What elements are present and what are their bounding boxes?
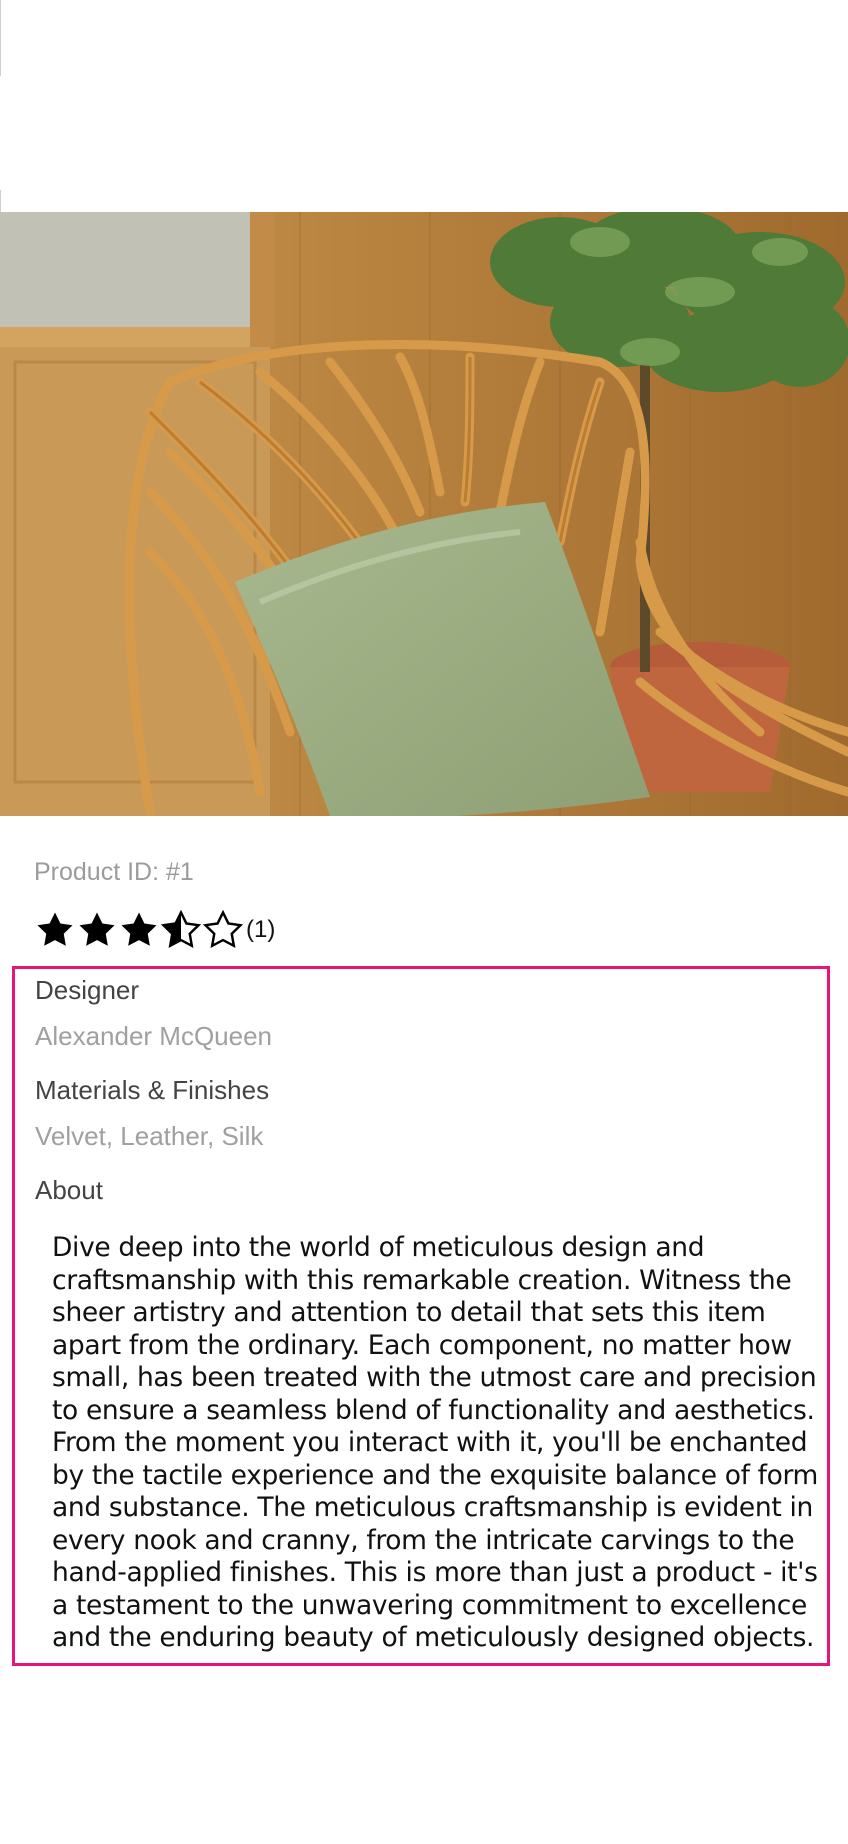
star-full-icon — [121, 912, 157, 946]
product-id: Product ID: #1 — [34, 858, 194, 886]
about-label: About — [35, 1175, 103, 1205]
materials-label: Materials & Finishes — [35, 1075, 270, 1105]
about-description: Dive deep into the world of meticulous d… — [52, 1232, 819, 1653]
star-full-icon — [79, 912, 115, 946]
top-header — [0, 0, 848, 213]
materials-value: Velvet, Leather, Silk — [35, 1121, 264, 1151]
designer-label: Designer — [35, 975, 140, 1005]
product-image — [0, 212, 848, 816]
star-half-icon — [160, 909, 202, 949]
star-full-icon — [37, 912, 73, 946]
header-edge — [0, 0, 1, 76]
header-edge — [0, 190, 1, 212]
product-info-panel: Designer Alexander McQueen Materials & F… — [12, 966, 830, 1666]
star-empty-icon — [202, 909, 244, 949]
rating-count: (1) — [246, 916, 276, 943]
rating: (1) — [34, 908, 275, 952]
designer-value: Alexander McQueen — [35, 1021, 273, 1051]
